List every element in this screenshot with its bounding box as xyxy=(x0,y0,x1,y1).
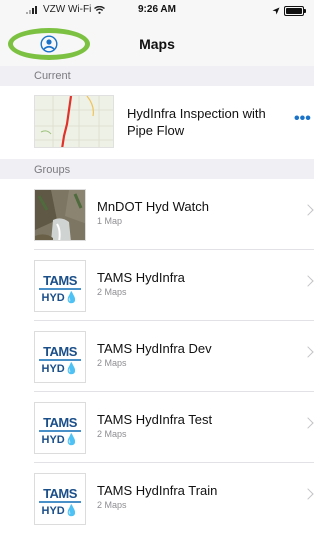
group-title: TAMS HydInfra Dev xyxy=(97,341,212,356)
group-row-mndot-hyd-watch[interactable]: MnDOT Hyd Watch 1 Map xyxy=(0,179,314,250)
status-right xyxy=(272,6,306,16)
group-map-count: 2 Maps xyxy=(97,429,127,439)
tams-hyd-logo: TAMS HYD💧 xyxy=(34,473,86,525)
group-map-count: 2 Maps xyxy=(97,358,127,368)
tams-hyd-logo: TAMS HYD💧 xyxy=(34,331,86,383)
group-row-tams-hydinfra-test[interactable]: TAMS HYD💧 TAMS HydInfra Test 2 Maps xyxy=(0,392,314,463)
current-map-title: HydInfra Inspection with Pipe Flow xyxy=(127,106,266,138)
group-row-tams-hydinfra-train[interactable]: TAMS HYD💧 TAMS HydInfra Train 2 Maps xyxy=(0,463,314,534)
group-title: TAMS HydInfra Train xyxy=(97,483,218,498)
group-title: TAMS HydInfra Test xyxy=(97,412,213,427)
status-bar: VZW Wi-Fi 9:26 AM xyxy=(0,0,314,22)
chevron-right-icon xyxy=(302,346,314,358)
group-row-tams-hydinfra[interactable]: TAMS HYD💧 TAMS HydInfra 2 Maps xyxy=(0,250,314,321)
group-thumbnail-photo xyxy=(34,189,86,241)
page-title: Maps xyxy=(139,36,175,52)
location-arrow-icon xyxy=(272,7,280,15)
section-header-current: Current xyxy=(0,66,314,86)
map-thumbnail xyxy=(34,95,114,148)
group-title: TAMS HydInfra xyxy=(97,270,185,285)
group-row-tams-hydinfra-dev[interactable]: TAMS HYD💧 TAMS HydInfra Dev 2 Maps xyxy=(0,321,314,392)
navigation-bar: Maps xyxy=(0,22,314,66)
current-map-row[interactable]: HydInfra Inspection with Pipe Flow ••• xyxy=(0,86,314,159)
chevron-right-icon xyxy=(302,417,314,429)
tams-hyd-logo: TAMS HYD💧 xyxy=(34,402,86,454)
chevron-right-icon xyxy=(302,204,314,216)
more-options-button[interactable]: ••• xyxy=(294,111,311,127)
group-title: MnDOT Hyd Watch xyxy=(97,199,209,214)
tams-hyd-logo: TAMS HYD💧 xyxy=(34,260,86,312)
chevron-right-icon xyxy=(302,275,314,287)
group-map-count: 2 Maps xyxy=(97,287,127,297)
chevron-right-icon xyxy=(302,488,314,500)
clock: 9:26 AM xyxy=(138,4,176,15)
section-header-groups: Groups xyxy=(0,159,314,179)
group-map-count: 2 Maps xyxy=(97,500,127,510)
group-map-count: 1 Map xyxy=(97,216,123,226)
battery-icon xyxy=(284,6,306,16)
